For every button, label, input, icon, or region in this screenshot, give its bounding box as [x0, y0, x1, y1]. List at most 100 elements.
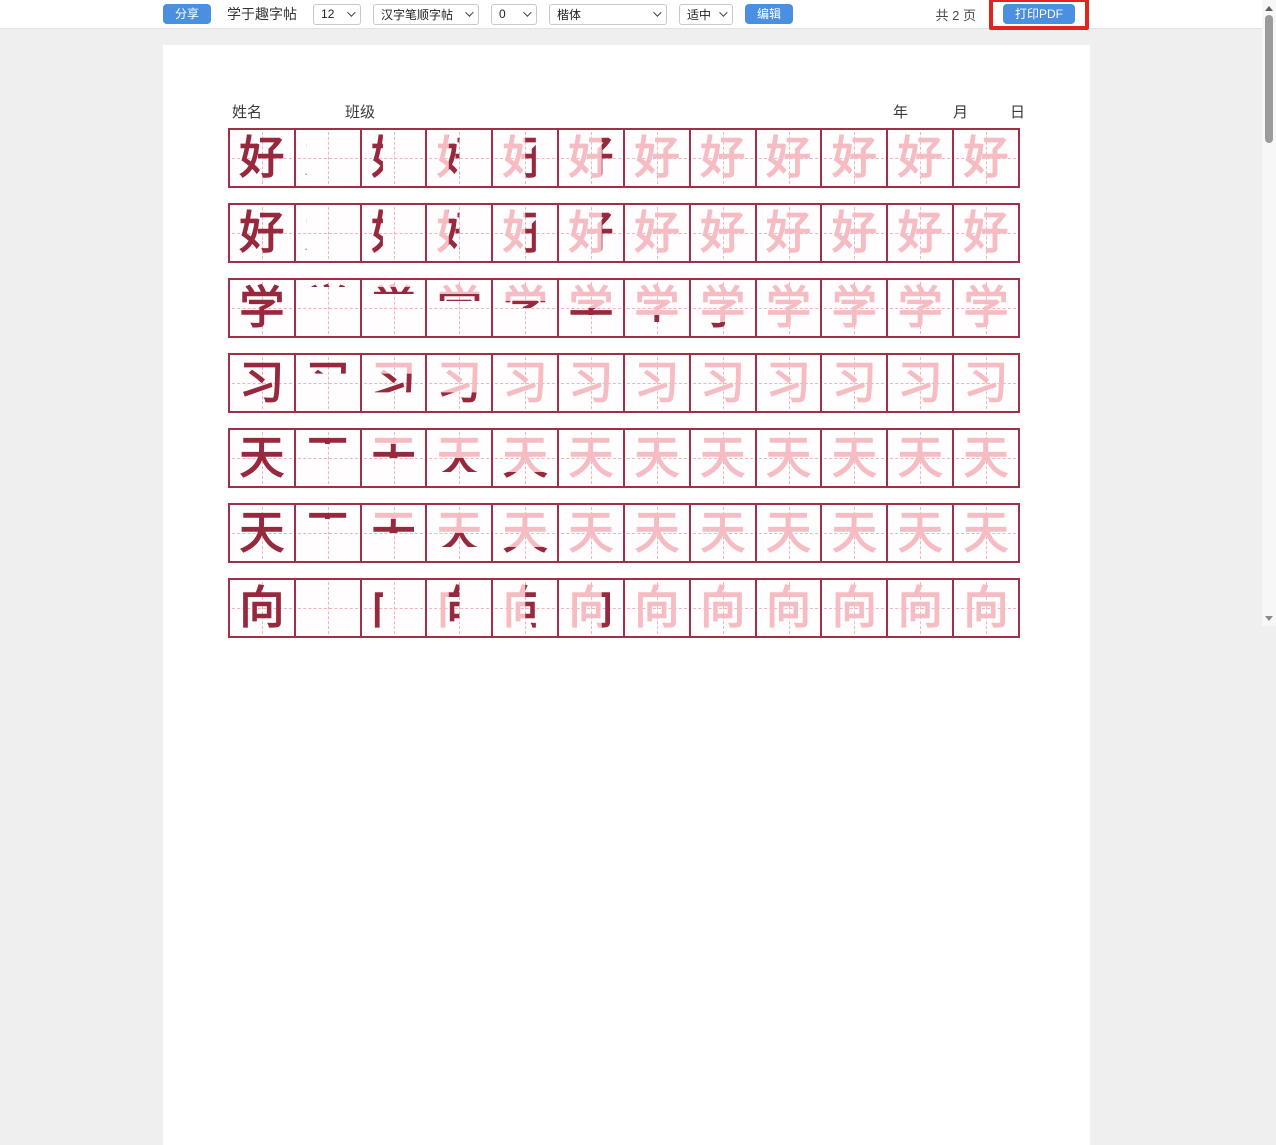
- horizontal-guide-line: [298, 383, 358, 384]
- practice-cell: 习: [493, 355, 559, 411]
- char-glyph: 习: [757, 355, 821, 411]
- char-glyph: 好: [954, 205, 1018, 261]
- scrollbar-thumb[interactable]: [1265, 15, 1273, 143]
- practice-cell: 向向: [427, 580, 493, 636]
- char-glyph: 好: [822, 205, 886, 261]
- practice-cell: 向: [954, 580, 1018, 636]
- char-glyph: 习: [691, 355, 755, 411]
- char-glyph: 天: [691, 430, 755, 486]
- site-title: 学于趣字帖: [227, 4, 297, 24]
- practice-cell: 学: [888, 280, 954, 336]
- practice-cell: 好: [230, 205, 296, 261]
- vertical-scrollbar[interactable]: [1262, 0, 1276, 626]
- horizontal-guide-line: [364, 308, 424, 309]
- practice-cell: 习习: [427, 355, 493, 411]
- practice-cell: 天天: [493, 430, 559, 486]
- annotation-box: 打印PDF: [989, 0, 1089, 30]
- practice-cell: 学学: [362, 280, 428, 336]
- horizontal-guide-line: [364, 533, 424, 534]
- char-glyph: 天: [954, 505, 1018, 561]
- practice-cell: 天: [625, 430, 691, 486]
- spacing-select[interactable]: 适中: [679, 4, 733, 25]
- char-glyph: 向: [230, 580, 294, 636]
- char-glyph: 学: [822, 280, 886, 336]
- month-label: 月: [953, 101, 968, 122]
- scroll-down-icon[interactable]: [1262, 611, 1276, 625]
- practice-cell: 好好: [559, 205, 625, 261]
- character-row: 天天天天天天天天天天天天天天天: [228, 428, 1020, 488]
- practice-cell: 好好: [362, 205, 428, 261]
- practice-cell: 习: [691, 355, 757, 411]
- practice-cell: 学学: [625, 280, 691, 336]
- char-glyph: 好: [822, 130, 886, 186]
- char-glyph: 习: [559, 355, 623, 411]
- practice-cell: 好好: [625, 205, 691, 261]
- char-glyph: 好: [691, 130, 755, 186]
- share-button[interactable]: 分享: [163, 4, 211, 24]
- practice-cell: 习: [296, 355, 362, 411]
- practice-cell: 习: [954, 355, 1018, 411]
- practice-cell: 天: [691, 505, 757, 561]
- practice-cell: 好: [757, 205, 823, 261]
- year-label: 年: [893, 101, 908, 122]
- char-glyph: 天: [888, 430, 952, 486]
- practice-cell: 向向: [362, 580, 428, 636]
- practice-cell: 习: [625, 355, 691, 411]
- char-glyph: 向: [954, 580, 1018, 636]
- character-row: 好好好好好好好好好好好好好好好好好: [228, 128, 1020, 188]
- char-glyph: 学: [888, 280, 952, 336]
- horizontal-guide-line: [298, 308, 358, 309]
- practice-cell: 向: [296, 580, 362, 636]
- practice-cell: 好: [296, 205, 362, 261]
- char-glyph: 天: [559, 430, 623, 486]
- char-glyph: 习: [888, 355, 952, 411]
- practice-cell: 天: [691, 430, 757, 486]
- char-glyph: 习: [954, 355, 1018, 411]
- chevron-down-icon: [653, 8, 661, 16]
- scroll-up-icon[interactable]: [1262, 1, 1276, 15]
- name-label: 姓名: [232, 101, 262, 122]
- template-select[interactable]: 汉字笔顺字帖: [373, 4, 479, 25]
- print-pdf-button[interactable]: 打印PDF: [1003, 4, 1075, 24]
- size-select[interactable]: 12: [313, 4, 361, 25]
- practice-cell: 天: [559, 505, 625, 561]
- practice-cell: 学: [954, 280, 1018, 336]
- practice-cell: 好: [757, 130, 823, 186]
- chevron-down-icon: [719, 8, 727, 16]
- practice-cell: 向: [230, 580, 296, 636]
- practice-cell: 向向: [493, 580, 559, 636]
- edit-button[interactable]: 编辑: [745, 4, 793, 24]
- practice-cell: 天: [822, 430, 888, 486]
- char-glyph: 习: [625, 355, 689, 411]
- practice-cell: 好: [954, 205, 1018, 261]
- toolbar: 分享 学于趣字帖 12 汉字笔顺字帖 0 楷体 适中 编辑 共 2 页 打印PD…: [0, 0, 1262, 29]
- practice-cell: 好: [691, 130, 757, 186]
- practice-cell: 学: [230, 280, 296, 336]
- chevron-down-icon: [347, 8, 355, 16]
- toolbar-right: 共 2 页 打印PDF: [936, 0, 1089, 29]
- practice-cell: 好: [954, 130, 1018, 186]
- char-glyph: 向: [822, 580, 886, 636]
- practice-cell: 学学: [757, 280, 823, 336]
- char-glyph: 天: [230, 430, 294, 486]
- practice-cell: 好: [230, 130, 296, 186]
- practice-cell: 好好: [493, 130, 559, 186]
- horizontal-guide-line: [364, 458, 424, 459]
- sheet-header: 姓名 班级 年 月 日: [163, 101, 1090, 125]
- practice-cell: 好: [822, 205, 888, 261]
- character-row: 向向向向向向向向向向向向向向向向向: [228, 578, 1020, 638]
- practice-cell: 天: [757, 430, 823, 486]
- practice-cell: 天天: [362, 505, 428, 561]
- char-glyph: 天: [757, 505, 821, 561]
- practice-cell: 学学: [493, 280, 559, 336]
- blank-lines-select-value: 0: [499, 7, 506, 21]
- blank-lines-select[interactable]: 0: [491, 4, 537, 25]
- practice-cell: 向: [888, 580, 954, 636]
- practice-cell: 天: [296, 505, 362, 561]
- practice-cell: 习: [559, 355, 625, 411]
- character-row: 好好好好好好好好好好好好好好好好好: [228, 203, 1020, 263]
- practice-cell: 习: [822, 355, 888, 411]
- practice-cell: 天: [954, 430, 1018, 486]
- font-select[interactable]: 楷体: [549, 4, 667, 25]
- practice-cell: 天: [822, 505, 888, 561]
